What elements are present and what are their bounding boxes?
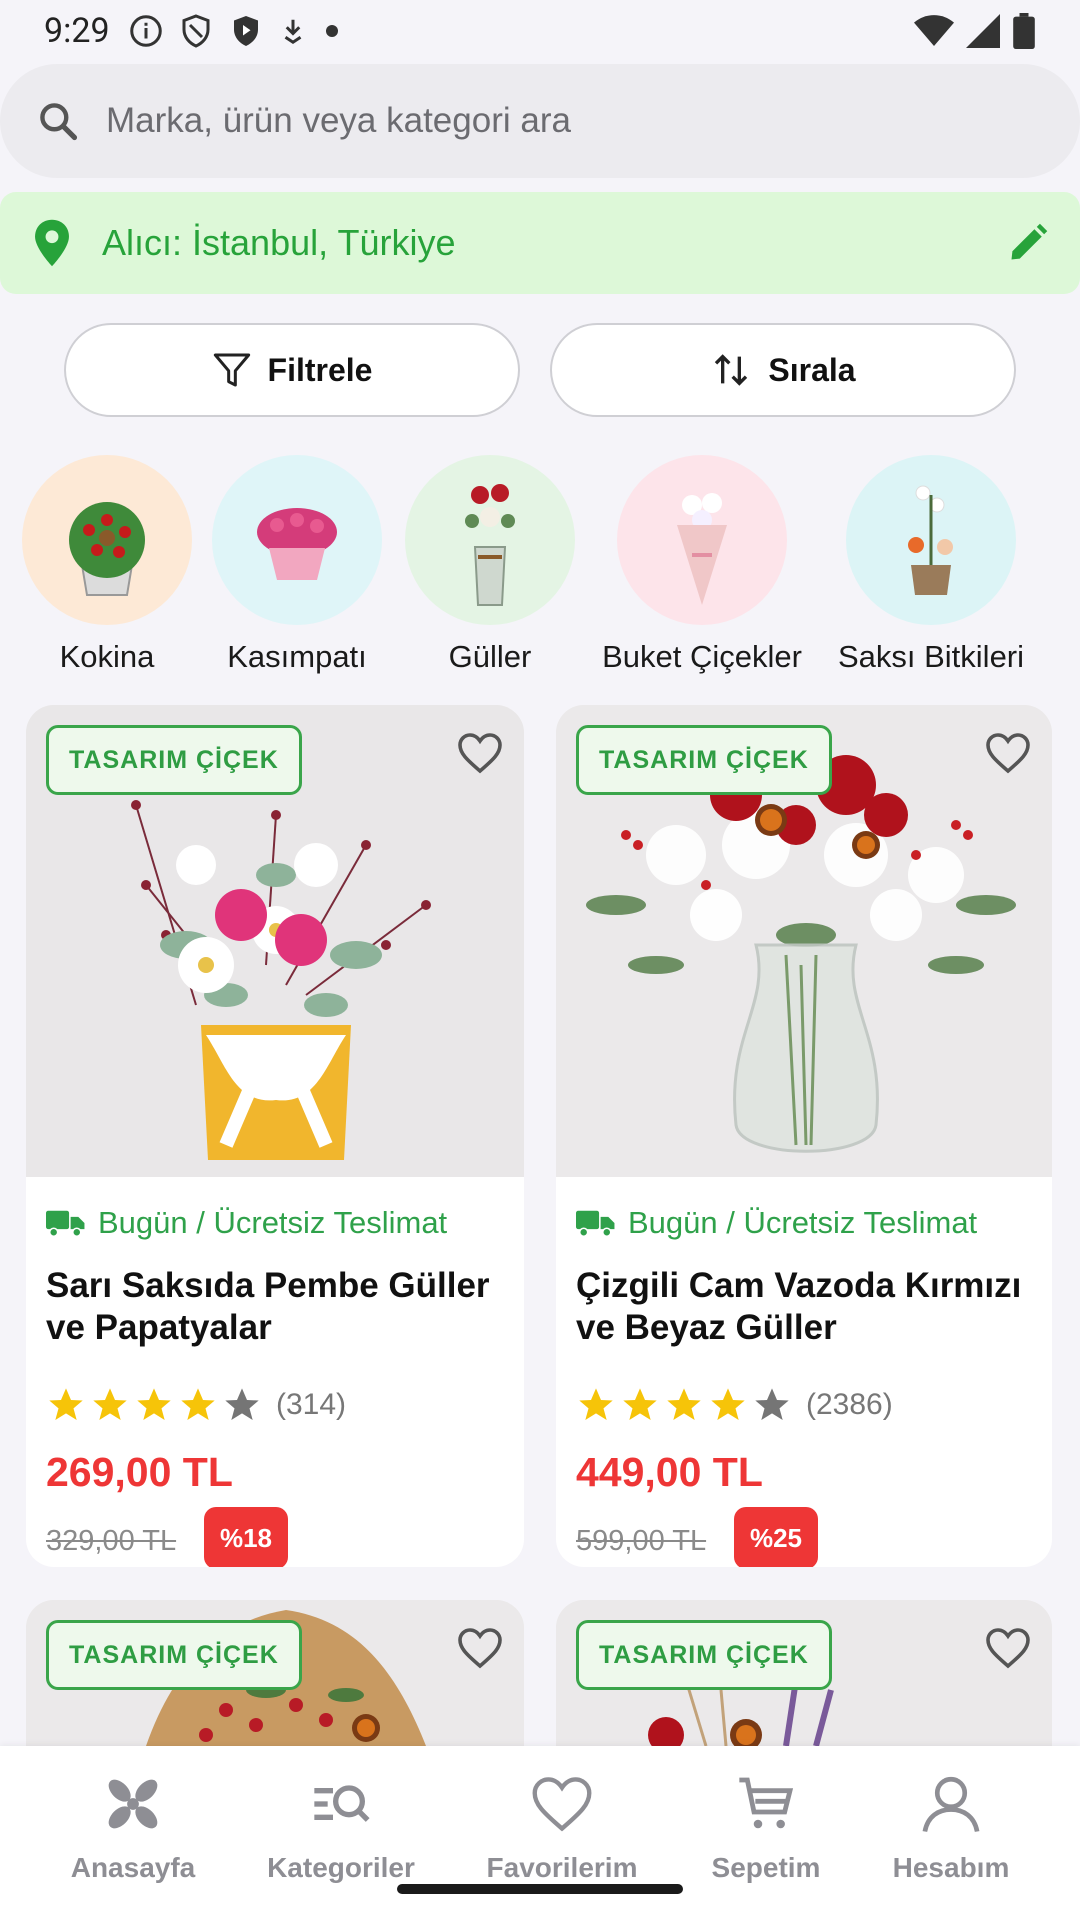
product-card[interactable]: TASARIM ÇİÇEK (556, 1600, 1052, 1746)
star-filled-icon (623, 1388, 657, 1420)
battery-icon (1013, 13, 1035, 49)
category-label: Saksı Bitkileri (837, 639, 1025, 674)
category-guller[interactable]: Güller (385, 455, 595, 675)
category-label: Buket Çiçekler (602, 639, 802, 674)
wifi-icon (914, 15, 954, 46)
location-pin-icon (35, 219, 69, 267)
filter-label: Filtrele (267, 351, 373, 388)
account-icon (922, 1776, 980, 1833)
product-card[interactable]: TASARIM ÇİÇEK Bugün / Ücretsiz Teslimat … (556, 705, 1052, 1567)
category-kokina[interactable]: Kokina (2, 455, 212, 675)
product-rating: (314) (46, 1385, 346, 1425)
product-old-price: 599,00 TL (576, 1525, 707, 1557)
favorite-heart-icon[interactable] (984, 731, 1032, 775)
product-card[interactable]: TASARIM ÇİÇEK (26, 1600, 524, 1746)
signal-icon (966, 14, 1000, 48)
status-time: 9:29 (44, 11, 110, 51)
product-price: 449,00 TL (576, 1449, 763, 1495)
sort-icon (715, 354, 748, 386)
category-saksi-bitkileri[interactable]: Saksı Bitkileri (826, 455, 1036, 675)
category-image (617, 455, 787, 625)
category-label: Kasımpatı (227, 639, 367, 674)
home-icon (108, 1779, 158, 1829)
status-icons-left (128, 13, 342, 49)
product-badge: TASARIM ÇİÇEK (46, 1620, 302, 1690)
shield-play-icon (233, 16, 258, 46)
product-badge: TASARIM ÇİÇEK (576, 725, 832, 795)
filter-icon (213, 353, 250, 387)
download-icon (284, 19, 301, 45)
gesture-home-bar[interactable] (397, 1884, 683, 1894)
review-count: (314) (276, 1388, 347, 1421)
category-carousel: Kokina Kasımpatı Güller Buket Çiçekler S… (0, 455, 1080, 685)
delivery-truck-icon (46, 1210, 85, 1237)
category-buket-cicekler[interactable]: Buket Çiçekler (597, 455, 807, 675)
status-icons-right (914, 13, 1036, 49)
product-old-price: 329,00 TL (46, 1525, 177, 1557)
star-filled-icon (137, 1388, 171, 1420)
info-icon (129, 15, 162, 47)
product-badge: TASARIM ÇİÇEK (576, 1620, 832, 1690)
delivery-info: Bugün / Ücretsiz Teslimat (46, 1205, 447, 1241)
category-image (22, 455, 192, 625)
product-name: Çizgili Cam Vazoda Kırmızı ve Beyaz Güll… (576, 1266, 1022, 1347)
review-count: (2386) (806, 1388, 893, 1421)
favorite-heart-icon[interactable] (984, 1626, 1032, 1670)
search-icon (40, 103, 78, 141)
nav-label: Anasayfa (70, 1852, 196, 1883)
favorite-heart-icon[interactable] (456, 731, 504, 775)
nav-home[interactable]: Anasayfa (33, 1766, 233, 1884)
delivery-text: Bugün / Ücretsiz Teslimat (98, 1205, 448, 1240)
category-image (405, 455, 575, 625)
star-filled-icon (49, 1388, 83, 1420)
nav-favorites[interactable]: Favorilerim (462, 1766, 662, 1884)
nav-label: Kategoriler (267, 1852, 415, 1883)
nav-label: Sepetim (711, 1852, 821, 1883)
favorite-heart-icon[interactable] (456, 1626, 504, 1670)
category-label: Kokina (59, 639, 155, 674)
product-name: Sarı Saksıda Pembe Güller ve Papatyalar (46, 1266, 490, 1347)
search-bar[interactable] (0, 64, 1080, 178)
category-image (212, 455, 382, 625)
product-price: 269,00 TL (46, 1449, 233, 1495)
nav-label: Hesabım (892, 1852, 1010, 1883)
cart-icon (739, 1777, 794, 1829)
status-bar: 9:29 (0, 0, 1080, 62)
delivery-info: Bugün / Ücretsiz Teslimat (576, 1205, 977, 1241)
delivery-truck-icon (576, 1210, 615, 1237)
categories-search-icon (314, 1785, 370, 1822)
star-filled-icon (667, 1388, 701, 1420)
product-badge: TASARIM ÇİÇEK (46, 725, 302, 795)
sort-label: Sırala (768, 351, 856, 388)
product-rating: (2386) (576, 1385, 893, 1425)
recipient-bar[interactable]: Alıcı: İstanbul, Türkiye (0, 192, 1080, 294)
nav-categories[interactable]: Kategoriler (241, 1766, 441, 1884)
delivery-text: Bugün / Ücretsiz Teslimat (628, 1205, 978, 1240)
edit-pencil-icon[interactable] (1006, 221, 1050, 265)
star-empty-icon (225, 1388, 259, 1420)
sort-button[interactable]: Sırala (550, 323, 1016, 417)
star-filled-icon (181, 1388, 215, 1420)
shield-outline-icon (182, 14, 210, 48)
nav-cart[interactable]: Sepetim (666, 1766, 866, 1884)
product-card[interactable]: TASARIM ÇİÇEK Bugün / Ücretsiz Teslimat … (26, 705, 524, 1567)
star-filled-icon (711, 1388, 745, 1420)
star-empty-icon (755, 1388, 789, 1420)
dot-icon (325, 25, 338, 37)
category-label: Güller (448, 639, 532, 674)
heart-icon (532, 1777, 592, 1832)
star-filled-icon (93, 1388, 127, 1420)
category-kasimpati[interactable]: Kasımpatı (192, 455, 402, 675)
star-filled-icon (579, 1388, 613, 1420)
category-image (846, 455, 1016, 625)
nav-label: Favorilerim (486, 1852, 638, 1883)
filter-button[interactable]: Filtrele (64, 323, 520, 417)
nav-account[interactable]: Hesabım (851, 1766, 1051, 1884)
recipient-text: Alıcı: İstanbul, Türkiye (102, 222, 456, 263)
discount-badge: %18 (204, 1507, 288, 1567)
search-input[interactable] (106, 101, 1006, 141)
discount-badge: %25 (734, 1507, 818, 1567)
